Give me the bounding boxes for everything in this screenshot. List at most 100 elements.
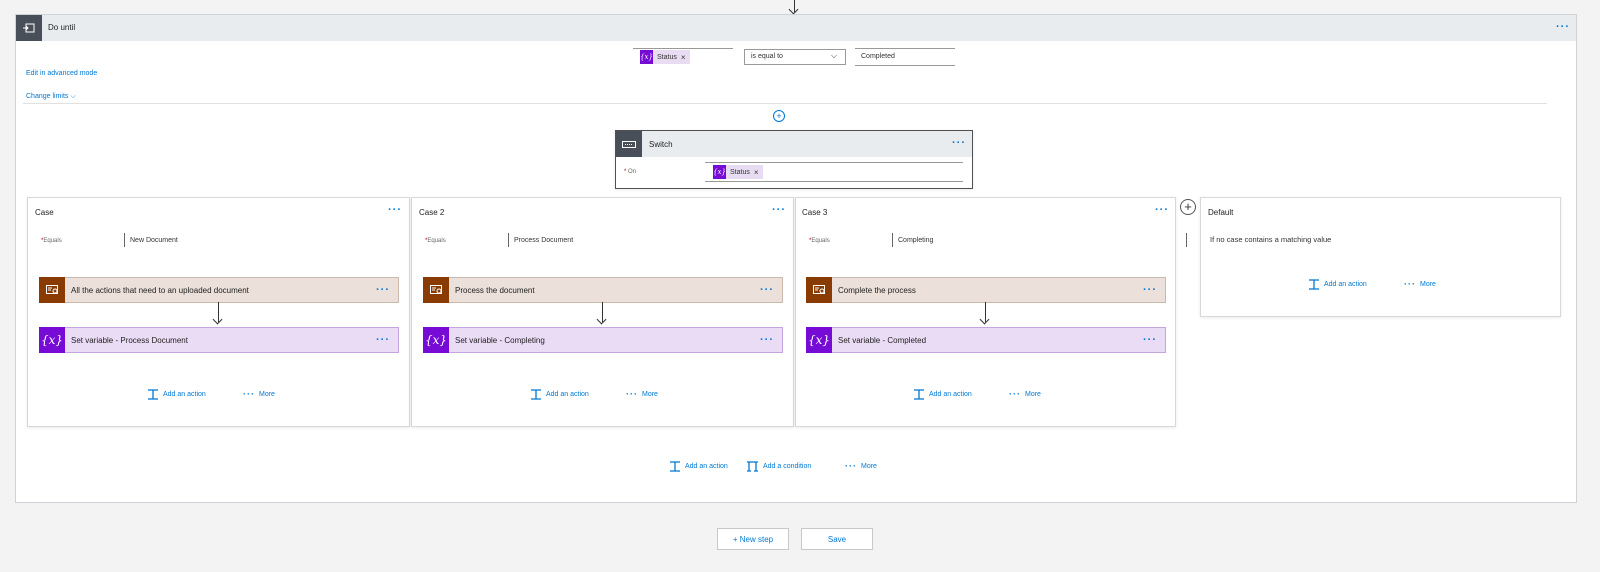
variable-icon: {x} [39, 327, 65, 353]
action-title: Set variable - Process Document [71, 335, 188, 345]
loop-more-label: More [861, 462, 877, 470]
case-add-action-button[interactable]: Add an action [913, 389, 972, 400]
default-more-button[interactable]: ··· More [1404, 279, 1436, 289]
incoming-arrow [794, 0, 795, 12]
switch-status-token[interactable]: {x} Status × [713, 165, 763, 179]
office-script-icon [39, 277, 65, 303]
loop-more-button[interactable]: ··· More [845, 461, 877, 471]
add-action-icon [531, 389, 541, 400]
action-title: Set variable - Completing [455, 335, 545, 345]
case-menu-button[interactable]: ··· [1155, 204, 1169, 216]
variable-action-card[interactable]: {x} Set variable - Completed ··· [806, 327, 1166, 353]
do-until-header[interactable]: Do until ··· [16, 15, 1576, 41]
case-more-button[interactable]: ··· More [243, 389, 275, 399]
add-condition-icon [747, 461, 758, 472]
office-script-icon [806, 277, 832, 303]
add-condition-label: Add a condition [763, 463, 812, 470]
equals-value: New Document [130, 236, 178, 244]
action-menu-button[interactable]: ··· [376, 284, 390, 296]
add-case-button[interactable]: + [1180, 199, 1196, 215]
switch-title: Switch [649, 140, 673, 149]
switch-menu-button[interactable]: ··· [952, 137, 966, 149]
office-action-card[interactable]: All the actions that need to an uploaded… [39, 277, 399, 303]
default-message: If no case contains a matching value [1210, 235, 1332, 244]
switch-on-label: * On [624, 169, 637, 175]
action-title: Complete the process [838, 285, 916, 295]
condition-operator-select[interactable]: is equal to ⌵ [744, 49, 846, 65]
action-title: All the actions that need to an uploaded… [71, 285, 249, 295]
case-title: Case 3 [802, 208, 828, 217]
variable-icon: {x} [713, 165, 726, 179]
new-step-button[interactable]: + New step [717, 528, 789, 550]
case-card: Case ··· *Equals New Document All the ac… [27, 197, 421, 427]
default-add-action-button[interactable]: Add an action [1308, 279, 1367, 290]
equals-value: Process Document [514, 236, 574, 244]
equals-label: *Equals [809, 238, 830, 244]
operator-label: is equal to [751, 53, 783, 60]
flow-arrow [218, 302, 219, 322]
add-action-icon [1309, 279, 1319, 290]
switch-card: Switch ··· * On {x} Status × [615, 130, 973, 189]
remove-token-icon[interactable]: × [754, 168, 763, 177]
case-title: Case [35, 208, 54, 217]
equals-value-field[interactable]: Process Document [508, 233, 805, 247]
save-button[interactable]: Save [801, 528, 873, 550]
action-menu-button[interactable]: ··· [376, 334, 390, 346]
more-icon: ··· [243, 389, 255, 399]
office-action-card[interactable]: Complete the process ··· [806, 277, 1166, 303]
variable-icon: {x} [640, 50, 653, 64]
case-more-button[interactable]: ··· More [1009, 389, 1041, 399]
variable-action-card[interactable]: {x} Set variable - Process Document ··· [39, 327, 399, 353]
equals-value: Completing [898, 236, 934, 244]
switch-on-field[interactable]: {x} Status × [705, 162, 963, 182]
condition-value-field[interactable]: {x} Status × [633, 48, 733, 65]
flow-arrow [602, 302, 603, 322]
equals-value-field[interactable]: Completing [892, 233, 1187, 247]
more-icon: ··· [1404, 279, 1416, 289]
office-action-card[interactable]: Process the document ··· [423, 277, 783, 303]
default-case-card: Default If no case contains a matching v… [1200, 197, 1561, 317]
case-menu-button[interactable]: ··· [772, 204, 786, 216]
loop-icon [16, 15, 42, 41]
case-card: Case 3 ··· *Equals Completing Complete t… [795, 197, 1187, 427]
variable-icon: {x} [423, 327, 449, 353]
case-card: Case 2 ··· *Equals Process Document Proc… [411, 197, 805, 427]
status-token[interactable]: {x} Status × [640, 50, 690, 64]
switch-on-text: On [628, 169, 637, 175]
equals-value-field[interactable]: New Document [124, 233, 421, 247]
case-menu-button[interactable]: ··· [388, 204, 402, 216]
add-action-icon [914, 389, 924, 400]
add-action-icon [148, 389, 158, 400]
case-add-action-button[interactable]: Add an action [147, 389, 206, 400]
compare-value: Completed [861, 53, 895, 60]
more-icon: ··· [845, 461, 857, 471]
add-action-icon [670, 461, 680, 472]
variable-icon: {x} [806, 327, 832, 353]
flow-arrow [985, 302, 986, 322]
add-condition-button[interactable]: Add a condition [746, 461, 811, 472]
change-limits-link[interactable]: Change limits ⌵ [26, 93, 76, 101]
action-menu-button[interactable]: ··· [760, 284, 774, 296]
equals-label: *Equals [425, 238, 446, 244]
action-menu-button[interactable]: ··· [1143, 334, 1157, 346]
remove-token-icon[interactable]: × [681, 53, 690, 62]
action-menu-button[interactable]: ··· [760, 334, 774, 346]
variable-action-card[interactable]: {x} Set variable - Completing ··· [423, 327, 783, 353]
case-more-button[interactable]: ··· More [626, 389, 658, 399]
case-title: Case 2 [419, 208, 445, 217]
action-title: Process the document [455, 285, 535, 295]
edit-advanced-mode-link[interactable]: Edit in advanced mode [26, 70, 97, 77]
default-title: Default [1208, 208, 1234, 217]
case-add-action-button[interactable]: Add an action [530, 389, 589, 400]
do-until-menu-button[interactable]: ··· [1556, 21, 1570, 33]
more-icon: ··· [1009, 389, 1021, 399]
condition-compare-field[interactable]: Completed [855, 48, 955, 66]
loop-add-action-button[interactable]: Add an action [669, 461, 728, 472]
insert-step-button[interactable]: + [773, 110, 785, 122]
status-token-label: Status [657, 53, 677, 61]
loop-add-action-label: Add an action [685, 463, 728, 470]
switch-header[interactable]: Switch ··· [616, 131, 972, 157]
action-title: Set variable - Completed [838, 335, 927, 345]
action-menu-button[interactable]: ··· [1143, 284, 1157, 296]
divider [23, 103, 1547, 104]
